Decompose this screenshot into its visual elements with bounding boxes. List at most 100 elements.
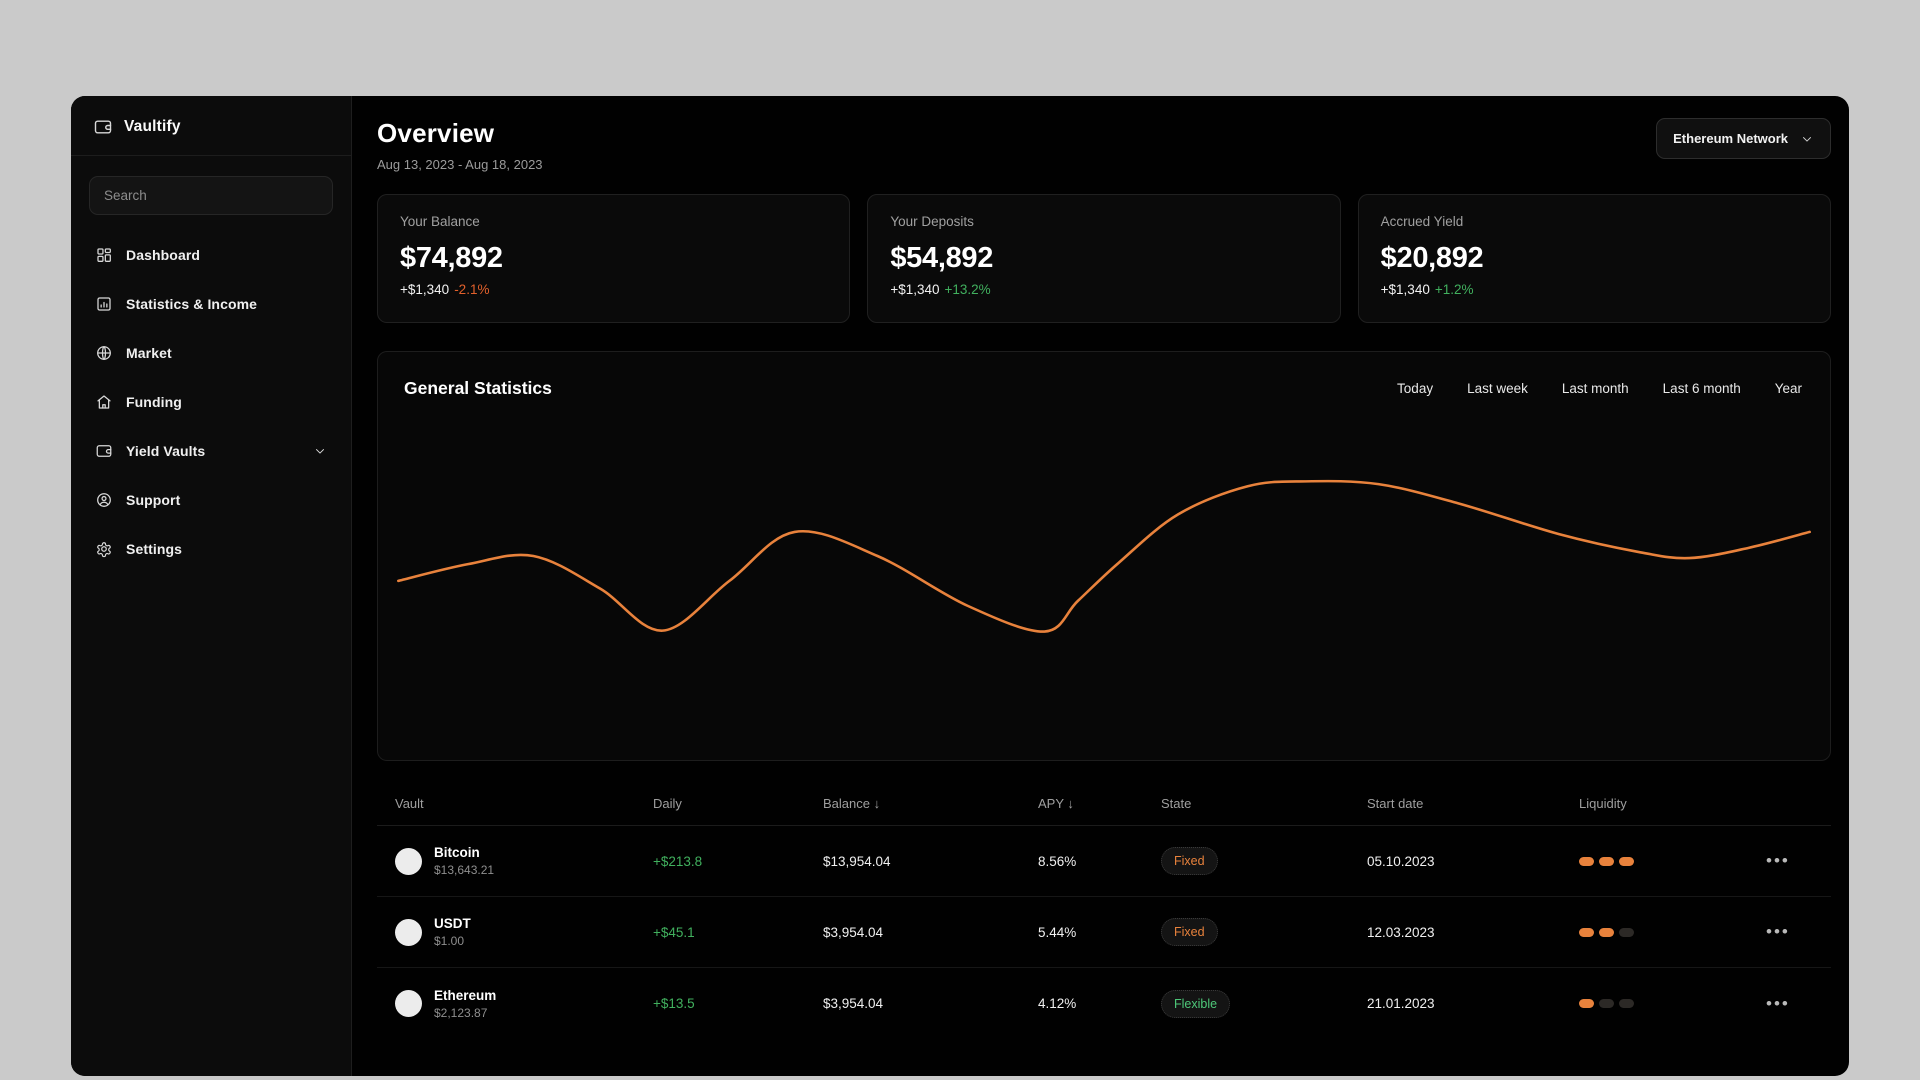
balance-value: $3,954.04 (823, 996, 884, 1011)
stat-change: +$1,340 -2.1% (400, 282, 490, 297)
coin-avatar (395, 847, 422, 875)
stat-value: $54,892 (890, 242, 994, 274)
sidebar-item-label: Settings (126, 541, 183, 557)
sidebar-item-label: Market (126, 345, 172, 361)
filter-today[interactable]: Today (1397, 381, 1433, 396)
stat-label: Accrued Yield (1380, 214, 1464, 229)
sidebar-item-support[interactable]: Support (89, 480, 333, 520)
filter-last-6-month[interactable]: Last 6 month (1663, 381, 1741, 396)
stat-delta: +1.2% (1434, 282, 1474, 297)
general-statistics-card: General Statistics Today Last week Last … (377, 351, 1831, 761)
coin-price: $13,643.21 (434, 863, 495, 877)
start-date: 12.03.2023 (1367, 924, 1435, 940)
coin-avatar (395, 990, 422, 1017)
wallet-icon (95, 442, 113, 460)
vaults-table: Vault Daily Balance ↓ APY ↓ State Start … (377, 770, 1831, 1039)
apy-value: 5.44% (1038, 924, 1077, 940)
sidebar-item-market[interactable]: Market (89, 333, 333, 373)
app-window: Vaultify Dashboard Statistics & Income (71, 96, 1849, 1076)
liquidity-pill-filled (1579, 999, 1594, 1008)
filter-last-week[interactable]: Last week (1467, 381, 1528, 396)
table-row-bitcoin[interactable]: Bitcoin $13,643.21 +$213.8 $13,954.04 8.… (377, 826, 1831, 897)
start-date: 21.01.2023 (1367, 996, 1435, 1011)
col-apy-sort[interactable]: APY ↓ (1038, 796, 1161, 811)
liquidity-pill-filled (1599, 856, 1614, 866)
filter-year[interactable]: Year (1775, 381, 1802, 396)
state-badge: Flexible (1161, 989, 1231, 1018)
liquidity-indicator (1579, 999, 1766, 1008)
portfolio-line (397, 479, 1811, 633)
sidebar-nav: Dashboard Statistics & Income Market Fun… (71, 221, 351, 583)
col-vault[interactable]: Vault (395, 796, 653, 811)
coin-avatar (395, 918, 422, 946)
support-user-icon (95, 491, 113, 509)
apy-value: 8.56% (1038, 853, 1077, 869)
stat-value: $74,892 (400, 242, 503, 274)
daily-change: +$13.5 (653, 996, 695, 1011)
coin-price: $1.00 (434, 934, 465, 948)
wallet-logo-icon (93, 117, 113, 137)
sidebar-item-statistics-income[interactable]: Statistics & Income (89, 284, 333, 324)
row-menu-button[interactable]: ••• (1766, 851, 1790, 871)
main-content: Overview Aug 13, 2023 - Aug 18, 2023 Eth… (352, 96, 1849, 1076)
dashboard-grid-icon (95, 246, 113, 264)
stat-change: +$1,340 +1.2% (1380, 282, 1474, 297)
row-menu-button[interactable]: ••• (1766, 922, 1790, 942)
network-selector-label: Ethereum Network (1673, 131, 1788, 146)
sidebar-item-dashboard[interactable]: Dashboard (89, 235, 333, 275)
stat-card-accrued-yield: Accrued Yield $20,892 +$1,340 +1.2% (1357, 194, 1831, 323)
sidebar-item-yield-vaults[interactable]: Yield Vaults (89, 431, 333, 471)
chevron-down-icon (1800, 132, 1814, 146)
stat-delta: +13.2% (944, 282, 991, 297)
coin-name: Ethereum (434, 987, 497, 1003)
sidebar-item-funding[interactable]: Funding (89, 382, 333, 422)
coin-name: USDT (434, 916, 471, 931)
globe-icon (95, 344, 113, 362)
stat-card-deposits: Your Deposits $54,892 +$1,340 +13.2% (867, 194, 1341, 323)
col-balance-sort[interactable]: Balance ↓ (823, 796, 1038, 811)
stat-value: $20,892 (1380, 242, 1484, 274)
app-name: Vaultify (124, 118, 181, 135)
app-logo: Vaultify (71, 96, 351, 156)
apy-value: 4.12% (1038, 996, 1077, 1011)
stat-delta: -2.1% (454, 282, 490, 297)
stat-change: +$1,340 +13.2% (890, 282, 991, 297)
daily-change: +$45.1 (653, 924, 695, 940)
network-selector-button[interactable]: Ethereum Network (1656, 118, 1831, 159)
daily-change: +$213.8 (653, 853, 703, 869)
date-range: Aug 13, 2023 - Aug 18, 2023 (377, 157, 543, 172)
filter-last-month[interactable]: Last month (1562, 381, 1629, 396)
col-start-date[interactable]: Start date (1367, 796, 1579, 811)
table-row-ethereum[interactable]: Ethereum $2,123.87 +$13.5 $3,954.04 4.12… (377, 968, 1831, 1039)
sidebar-item-label: Statistics & Income (126, 296, 258, 312)
liquidity-pill-filled (1579, 856, 1594, 866)
col-liquidity[interactable]: Liquidity (1579, 796, 1766, 811)
state-badge: Fixed (1161, 918, 1218, 946)
state-badge: Fixed (1161, 847, 1218, 875)
coin-name: Bitcoin (434, 845, 480, 860)
stat-cards: Your Balance $74,892 +$1,340 -2.1% Your D… (377, 194, 1831, 323)
stat-label: Your Deposits (890, 214, 974, 229)
col-state[interactable]: State (1161, 796, 1367, 811)
stat-label: Your Balance (400, 214, 480, 229)
sidebar-item-settings[interactable]: Settings (89, 529, 333, 569)
col-daily[interactable]: Daily (653, 796, 823, 811)
table-header-row: Vault Daily Balance ↓ APY ↓ State Start … (377, 770, 1831, 826)
gear-icon (95, 540, 113, 558)
sidebar: Vaultify Dashboard Statistics & Income (71, 96, 352, 1076)
liquidity-pill-filled (1599, 927, 1614, 937)
house-icon (95, 393, 113, 411)
row-menu-button[interactable]: ••• (1766, 994, 1790, 1014)
table-row-usdt[interactable]: USDT $1.00 +$45.1 $3,954.04 5.44% Fixed … (377, 897, 1831, 968)
liquidity-pill-empty (1619, 927, 1634, 937)
balance-value: $13,954.04 (823, 853, 891, 869)
liquidity-pill-filled (1619, 856, 1634, 866)
chart-title: General Statistics (404, 378, 552, 398)
search-input[interactable] (89, 176, 333, 215)
sidebar-item-label: Support (126, 492, 181, 508)
balance-value: $3,954.04 (823, 924, 884, 940)
liquidity-pill-empty (1599, 999, 1614, 1008)
chevron-down-icon[interactable] (313, 444, 327, 458)
bar-chart-icon (95, 295, 113, 313)
liquidity-pill-empty (1619, 999, 1634, 1008)
